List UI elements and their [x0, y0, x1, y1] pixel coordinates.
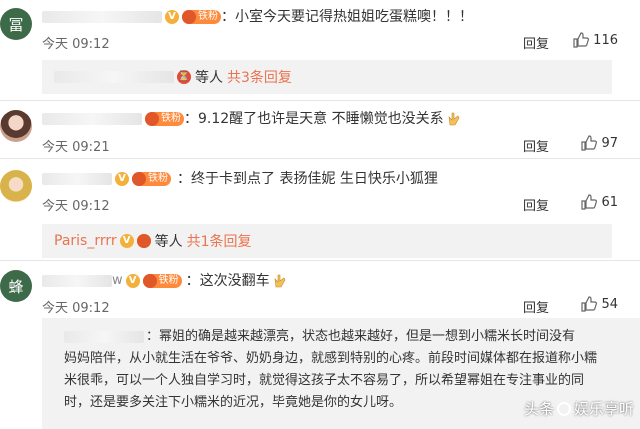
- thumbs-up-icon: [581, 296, 598, 312]
- verified-icon: V: [125, 274, 140, 288]
- reply-button[interactable]: 回复: [523, 33, 549, 52]
- reply-username[interactable]: Paris_rrrr: [54, 233, 117, 249]
- reply-username-blurred[interactable]: [64, 331, 144, 343]
- divider: [0, 100, 640, 101]
- fan-badge: 铁粉: [142, 274, 182, 288]
- like-button[interactable]: 61: [581, 194, 618, 210]
- avatar[interactable]: [0, 110, 32, 142]
- reply-line-2: 妈妈陪伴，从小就生活在爷爷、奶奶身边，就感到特别的心疼。前段时间媒体都在报道称小…: [64, 351, 598, 366]
- verified-icon: V: [119, 234, 134, 248]
- timestamp: 今天 09:21: [42, 140, 110, 155]
- username-blurred[interactable]: [42, 11, 162, 23]
- reply-line-3: 米很乖，可以一个人独自学习时，就觉得这孩子太不容易了，所以希望幂姐在专注事业的同: [64, 373, 585, 388]
- verified-icon: V: [115, 172, 129, 186]
- comment-text: ：9.12醒了也许是天意 不睡懒觉也没关系: [184, 111, 444, 127]
- timestamp: 今天 09:12: [42, 301, 110, 316]
- reply-username-blurred[interactable]: [54, 71, 174, 83]
- comment-text: ：这次没翻车: [185, 273, 270, 289]
- divider: [0, 260, 640, 261]
- fan-badge: 铁粉: [145, 112, 184, 126]
- timestamp: 今天 09:12: [42, 199, 110, 214]
- verified-icon: V: [165, 10, 179, 24]
- like-count: 97: [601, 135, 618, 151]
- more-replies-link[interactable]: 共3条回复: [227, 67, 292, 87]
- like-button[interactable]: 54: [581, 296, 618, 312]
- more-replies-link[interactable]: 共1条回复: [187, 231, 252, 251]
- like-button[interactable]: 116: [573, 32, 618, 48]
- username-blurred[interactable]: [42, 173, 112, 185]
- fan-badge: [136, 234, 151, 248]
- username-tail[interactable]: w: [112, 272, 123, 290]
- comment-header: w V 铁粉 ：这次没翻车: [42, 272, 288, 290]
- watermark: 头条 娱乐享听: [523, 400, 634, 418]
- reply-summary: Paris_rrrr V 等人 共1条回复: [42, 224, 612, 258]
- like-count: 61: [601, 194, 618, 210]
- reply-line-1: ：幂姐的确是越来越漂亮，状态也越来越好，但是一想到小糯米长时间没有: [146, 329, 576, 344]
- reply-button[interactable]: 回复: [523, 195, 549, 214]
- username-blurred[interactable]: [42, 113, 142, 125]
- like-count: 54: [601, 296, 618, 312]
- comment-header: V 铁粉 ：小室今天要记得热姐姐吃蛋糕噢！！！: [42, 8, 473, 26]
- verified-icon: ⏳: [177, 70, 191, 84]
- username-blurred[interactable]: [42, 275, 112, 287]
- fan-badge: 铁粉: [182, 10, 221, 24]
- reply-button[interactable]: 回复: [523, 136, 549, 155]
- thumbs-up-icon: [581, 194, 598, 210]
- timestamp: 今天 09:12: [42, 37, 110, 52]
- avatar[interactable]: 冨: [0, 8, 32, 40]
- reply-button[interactable]: 回复: [523, 297, 549, 316]
- hand-emoji-icon: [448, 112, 459, 126]
- comment-header: 铁粉 ：9.12醒了也许是天意 不睡懒觉也没关系: [42, 110, 462, 128]
- like-button[interactable]: 97: [581, 135, 618, 151]
- comment-text: ：终于卡到点了 表扬佳妮 生日快乐小狐狸: [177, 171, 438, 187]
- divider: [0, 158, 640, 159]
- reply-summary: ⏳ 等人 共3条回复: [42, 60, 612, 94]
- hand-emoji-icon: [274, 274, 285, 288]
- fan-badge: 铁粉: [132, 172, 171, 186]
- comment-text: ：小室今天要记得热姐姐吃蛋糕噢！！！: [221, 9, 473, 25]
- like-count: 116: [593, 32, 618, 48]
- comment-header: V 铁粉 ：终于卡到点了 表扬佳妮 生日快乐小狐狸: [42, 170, 438, 188]
- avatar[interactable]: 蜂: [0, 270, 32, 302]
- at-icon: [556, 401, 571, 416]
- thumbs-up-icon: [581, 135, 598, 151]
- avatar[interactable]: [0, 170, 32, 202]
- thumbs-up-icon: [573, 32, 590, 48]
